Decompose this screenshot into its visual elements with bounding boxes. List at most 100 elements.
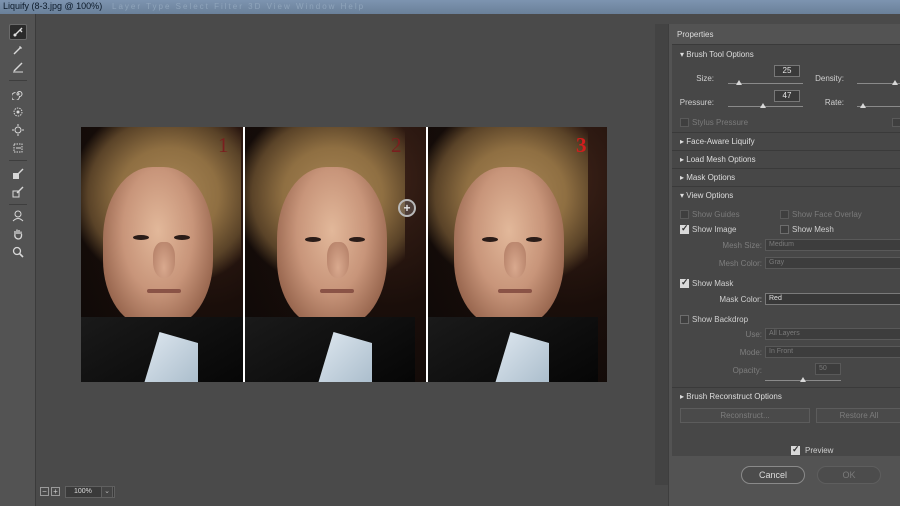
mesh-size-select[interactable]: Medium [765, 239, 900, 251]
view-options-header[interactable]: ▾ View Options [680, 191, 733, 200]
show-mesh-checkbox[interactable] [780, 225, 789, 234]
properties-panel: Properties ▾ Brush Tool Options Size: 25… [668, 24, 900, 506]
show-mask-checkbox[interactable] [680, 277, 689, 288]
zoom-dropdown-chevron-icon[interactable]: ⌄ [101, 486, 113, 498]
view-options-section: ▾ View Options Show Guides Show Face Ove… [672, 186, 900, 382]
show-backdrop-label: Show Backdrop [692, 315, 749, 324]
image-label-1: 1 [218, 133, 229, 157]
twirl-tool-icon[interactable] [9, 86, 27, 102]
density-slider-thumb[interactable] [892, 80, 898, 85]
zoom-out-button[interactable]: − [40, 487, 49, 496]
rate-label: Rate: [824, 98, 844, 107]
preview-image[interactable]: 1 2 3 [81, 127, 607, 382]
show-mask-label: Show Mask [692, 279, 734, 288]
push-left-tool-icon[interactable] [9, 140, 27, 156]
mask-options-section: ▸ Mask Options [672, 168, 900, 182]
tool-separator [9, 80, 27, 81]
tool-separator [9, 160, 27, 161]
show-backdrop-checkbox[interactable] [680, 315, 689, 324]
size-slider[interactable] [728, 80, 803, 85]
brush-reconstruct-header[interactable]: ▸ Brush Reconstruct Options [680, 392, 782, 401]
mask-options-header[interactable]: ▸ Mask Options [680, 173, 735, 182]
face-aware-header[interactable]: ▸ Face-Aware Liquify [680, 137, 755, 146]
hand-tool-icon[interactable] [9, 226, 27, 242]
cancel-button[interactable]: Cancel [741, 466, 805, 484]
restore-all-button[interactable]: Restore All [816, 408, 900, 423]
mask-color-select[interactable]: Red [765, 293, 900, 305]
image-panel-1: 1 [81, 127, 243, 382]
use-label: Use: [745, 330, 762, 339]
pressure-label: Pressure: [679, 98, 714, 107]
opacity-input[interactable]: 50 [815, 363, 841, 375]
reconstruct-button[interactable]: Reconstruct... [680, 408, 810, 423]
show-image-checkbox[interactable] [680, 223, 689, 234]
show-face-overlay-checkbox[interactable] [780, 210, 789, 219]
window-title: Liquify (8-3.jpg @ 100%) [3, 1, 103, 11]
brush-tool-options-label: Brush Tool Options [686, 50, 754, 59]
title-bar: Liquify (8-3.jpg @ 100%) Layer Type Sele… [0, 0, 900, 14]
face-tool-icon[interactable] [9, 208, 27, 224]
tool-separator [9, 204, 27, 205]
show-guides-label: Show Guides [692, 210, 740, 219]
mode-label: Mode: [739, 348, 762, 357]
properties-title: Properties [677, 30, 714, 39]
brush-reconstruct-label: Brush Reconstruct Options [686, 392, 782, 401]
rate-slider[interactable] [857, 103, 900, 108]
mode-select[interactable]: In Front [765, 346, 900, 358]
face-aware-section: ▸ Face-Aware Liquify [672, 132, 900, 146]
freeze-mask-tool-icon[interactable] [9, 166, 27, 182]
smooth-tool-icon[interactable] [9, 59, 27, 75]
ghost-menu-text: Layer Type Select Filter 3D View Window … [112, 2, 366, 11]
density-slider[interactable] [857, 80, 900, 85]
zoom-tool-icon[interactable] [9, 244, 27, 260]
image-panel-2: 2 [245, 127, 426, 382]
density-label: Density: [815, 74, 844, 83]
size-input[interactable]: 25 [774, 65, 800, 77]
brush-tool-options-header[interactable]: ▾ Brush Tool Options [680, 50, 754, 59]
image-label-2: 2 [391, 133, 402, 157]
mask-options-label: Mask Options [686, 173, 736, 182]
view-options-label: View Options [686, 191, 734, 200]
bloat-tool-icon[interactable] [9, 122, 27, 138]
use-select[interactable]: All Layers [765, 328, 900, 340]
thaw-mask-tool-icon[interactable] [9, 184, 27, 200]
pucker-tool-icon[interactable] [9, 104, 27, 120]
pressure-slider[interactable] [728, 103, 803, 108]
properties-content: ▾ Brush Tool Options Size: 25 Density: P… [672, 44, 900, 456]
reconstruct-tool-icon[interactable] [9, 42, 27, 58]
size-label: Size: [696, 74, 714, 83]
image-panel-3: 3 [428, 127, 607, 382]
load-mesh-section: ▸ Load Mesh Options [672, 150, 900, 164]
mesh-color-select[interactable]: Gray [765, 257, 900, 269]
show-face-overlay-label: Show Face Overlay [792, 210, 862, 219]
zoom-bar: − + 100% ⌄ [36, 485, 668, 506]
brush-reconstruct-section: ▸ Brush Reconstruct Options Reconstruct.… [672, 387, 900, 423]
preview-checkbox[interactable] [791, 444, 800, 455]
stylus-pressure-checkbox[interactable] [680, 118, 689, 127]
load-mesh-header[interactable]: ▸ Load Mesh Options [680, 155, 756, 164]
ok-button[interactable]: OK [817, 466, 881, 484]
tool-panel [0, 14, 36, 506]
opacity-label: Opacity: [732, 366, 762, 375]
pin-edges-checkbox[interactable] [892, 118, 900, 127]
load-mesh-label: Load Mesh Options [686, 155, 756, 164]
mesh-size-label: Mesh Size: [722, 241, 762, 250]
show-image-label: Show Image [692, 225, 737, 234]
pressure-input[interactable]: 47 [774, 90, 800, 102]
preview-label: Preview [805, 446, 834, 455]
opacity-slider[interactable] [765, 377, 841, 382]
stylus-pressure-label: Stylus Pressure [692, 118, 749, 127]
brush-cursor-icon: + [398, 199, 416, 217]
pressure-slider-thumb[interactable] [760, 103, 766, 108]
zoom-in-button[interactable]: + [51, 487, 60, 496]
opacity-slider-thumb[interactable] [800, 377, 806, 382]
mask-color-label: Mask Color: [719, 295, 762, 304]
mesh-color-label: Mesh Color: [718, 259, 762, 268]
rate-slider-thumb[interactable] [860, 103, 866, 108]
show-guides-checkbox[interactable] [680, 210, 689, 219]
show-mesh-label: Show Mesh [792, 225, 834, 234]
vertical-scroll-area [655, 24, 668, 486]
size-slider-thumb[interactable] [736, 80, 742, 85]
forward-warp-tool-icon[interactable] [9, 24, 27, 40]
face-aware-label: Face-Aware Liquify [686, 137, 755, 146]
